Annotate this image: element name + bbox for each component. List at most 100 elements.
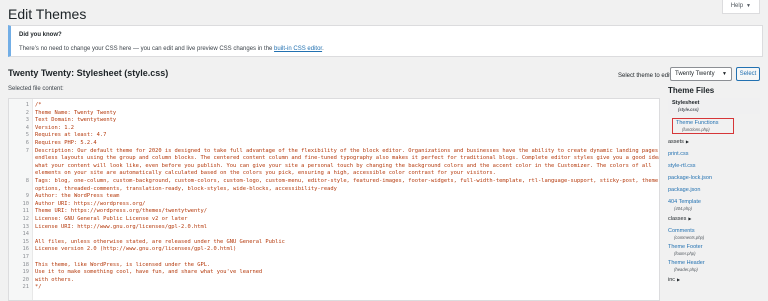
code-text: License: GNU General Public License v2 o… bbox=[35, 216, 188, 222]
code-line: 15 All files, unless otherwise stated, ar… bbox=[9, 239, 659, 245]
line-number: 6 bbox=[25, 140, 29, 146]
chevron-down-icon: ▼ bbox=[722, 71, 727, 77]
line-number: 9 bbox=[25, 193, 29, 200]
theme-file-item[interactable]: Stylesheet (style.css) bbox=[668, 98, 760, 114]
code-text: with others. bbox=[35, 276, 74, 283]
line-number: 15 bbox=[22, 238, 30, 245]
code-text: Theme Name: Twenty Twenty bbox=[35, 109, 117, 116]
file-item-label: Theme Header bbox=[668, 260, 705, 266]
code-line: 2 Theme Name: Twenty Twenty bbox=[9, 110, 659, 116]
code-line: 16 License version 2.0 (http://www.gnu.or… bbox=[9, 246, 659, 252]
theme-files-title: Theme Files bbox=[668, 86, 715, 95]
file-item-label: package.json bbox=[668, 187, 701, 193]
code-text: License URI: http://www.gnu.org/licenses… bbox=[35, 223, 208, 230]
code-line: endless layouts using the group and colu… bbox=[9, 155, 659, 161]
theme-select[interactable]: Twenty Twenty ▼ bbox=[670, 67, 732, 81]
line-number: 3 bbox=[25, 117, 29, 124]
code-text: Theme URI: https://wordpress.org/themes/… bbox=[35, 208, 208, 215]
code-line: 3 Text Domain: twentytwenty bbox=[9, 117, 659, 123]
file-item-label: print.css bbox=[668, 151, 689, 157]
file-item-label: Theme Functions bbox=[676, 120, 719, 126]
code-line: elements on your site are automatically … bbox=[9, 170, 659, 176]
theme-file-item[interactable]: 404 Template (404.php) bbox=[668, 199, 768, 211]
theme-files-list: Stylesheet (style.css) Theme Functions (fun… bbox=[668, 98, 768, 289]
line-number: 18 bbox=[22, 261, 30, 268]
help-tab[interactable]: Help ▼ bbox=[721, 0, 760, 14]
line-number: 20 bbox=[22, 276, 30, 283]
file-item-label: Comments bbox=[668, 228, 695, 234]
line-number: 8 bbox=[25, 178, 29, 184]
theme-file-item[interactable]: package-lock.json bbox=[668, 175, 768, 182]
code-line: 1 /* bbox=[9, 102, 659, 108]
content-label: Selected file content: bbox=[8, 86, 64, 92]
code-line: 14 bbox=[9, 231, 659, 237]
file-item-filename: (functions.php) bbox=[682, 127, 710, 132]
css-editor-link[interactable]: built-in CSS editor bbox=[274, 46, 322, 52]
line-number: 11 bbox=[22, 208, 30, 215]
file-item-label: 404 Template bbox=[668, 199, 701, 205]
theme-file-item[interactable]: package.json bbox=[668, 187, 768, 194]
help-label: Help bbox=[730, 3, 744, 9]
file-item-label: assets bbox=[668, 139, 684, 145]
code-text: elements on your site are automatically … bbox=[35, 170, 496, 177]
code-text: License version 2.0 (http://www.gnu.org/… bbox=[35, 246, 237, 253]
code-text: Tags: blog, one-column, custom-backgroun… bbox=[35, 178, 660, 184]
line-number: 17 bbox=[22, 254, 30, 260]
line-number: 1 bbox=[25, 102, 29, 108]
code-text: */ bbox=[35, 284, 42, 291]
file-item-filename: (footer.php) bbox=[674, 251, 696, 256]
code-text: Text Domain: twentytwenty bbox=[35, 117, 117, 124]
code-text: Requires PHP: 5.2.4 bbox=[35, 140, 97, 146]
code-line: what your content will look like, even b… bbox=[9, 163, 659, 169]
chevron-right-icon: ▶ bbox=[688, 216, 692, 221]
theme-folder-item[interactable]: inc ▶ bbox=[668, 276, 768, 284]
file-item-filename: (404.php) bbox=[674, 206, 692, 211]
select-theme-label: Select theme to edit: bbox=[618, 73, 673, 79]
theme-file-item[interactable]: Theme Footer (footer.php) bbox=[668, 244, 768, 256]
theme-file-item[interactable]: Comments (comments.php) bbox=[668, 228, 768, 240]
select-button[interactable]: Select bbox=[736, 67, 760, 81]
code-text: All files, unless otherwise stated, are … bbox=[35, 238, 285, 245]
line-number: 13 bbox=[22, 223, 30, 230]
file-heading: Twenty Twenty: Stylesheet (style.css) bbox=[8, 68, 169, 78]
line-number: 5 bbox=[25, 132, 29, 139]
theme-folder-item[interactable]: classes ▶ bbox=[668, 215, 768, 223]
code-line: 12 License: GNU General Public License v2… bbox=[9, 216, 659, 222]
line-number: 19 bbox=[22, 269, 30, 276]
code-text: Author URI: https://wordpress.org/ bbox=[35, 200, 146, 207]
theme-file-item[interactable]: print.css bbox=[668, 151, 768, 158]
line-number: 2 bbox=[25, 109, 29, 116]
file-item-label: inc bbox=[668, 277, 676, 283]
chevron-right-icon: ▶ bbox=[685, 139, 689, 144]
theme-folder-item[interactable]: assets ▶ bbox=[668, 138, 768, 146]
line-number: 7 bbox=[25, 147, 29, 154]
file-item-label: Stylesheet bbox=[672, 100, 700, 106]
code-line: 13 License URI: http://www.gnu.org/licens… bbox=[9, 224, 659, 230]
notice-text-end: . bbox=[322, 46, 324, 52]
code-line: 7 Description: Our default theme for 2020… bbox=[9, 148, 659, 154]
theme-file-item[interactable]: Theme Functions (functions.php) bbox=[672, 118, 734, 134]
code-text: This theme, like WordPress, is licensed … bbox=[35, 261, 211, 268]
code-line: 21 */ bbox=[9, 284, 659, 290]
theme-file-item[interactable]: Theme Header (header.php) bbox=[668, 260, 768, 272]
file-item-filename: (header.php) bbox=[674, 267, 698, 272]
theme-file-item[interactable]: style-rtl.css bbox=[668, 163, 768, 170]
code-line: 20 with others. bbox=[9, 277, 659, 283]
line-number: 16 bbox=[22, 246, 30, 253]
did-you-know-notice: Did you know? There’s no need to change … bbox=[8, 25, 763, 57]
line-number: 10 bbox=[22, 200, 30, 207]
file-item-label: style-rtl.css bbox=[668, 163, 696, 169]
file-item-label: package-lock.json bbox=[668, 175, 713, 181]
line-number: 4 bbox=[25, 124, 29, 131]
notice-title: Did you know? bbox=[19, 32, 62, 38]
code-editor[interactable]: 1 /* 2 Theme Name: Twenty Twenty 3 Text Domai… bbox=[8, 98, 660, 301]
line-number: 14 bbox=[22, 231, 30, 238]
code-line: 11 Theme URI: https://wordpress.org/theme… bbox=[9, 208, 659, 214]
code-line: 19 Use it to make something cool, have fu… bbox=[9, 269, 659, 275]
code-text: Author: the WordPress team bbox=[35, 193, 120, 200]
chevron-down-icon: ▼ bbox=[746, 3, 751, 9]
code-text: Use it to make something cool, have fun,… bbox=[35, 269, 263, 276]
code-text: what your content will look like, even b… bbox=[35, 162, 652, 169]
code-line: 18 This theme, like WordPress, is license… bbox=[9, 262, 659, 268]
file-item-filename: (comments.php) bbox=[674, 235, 705, 240]
